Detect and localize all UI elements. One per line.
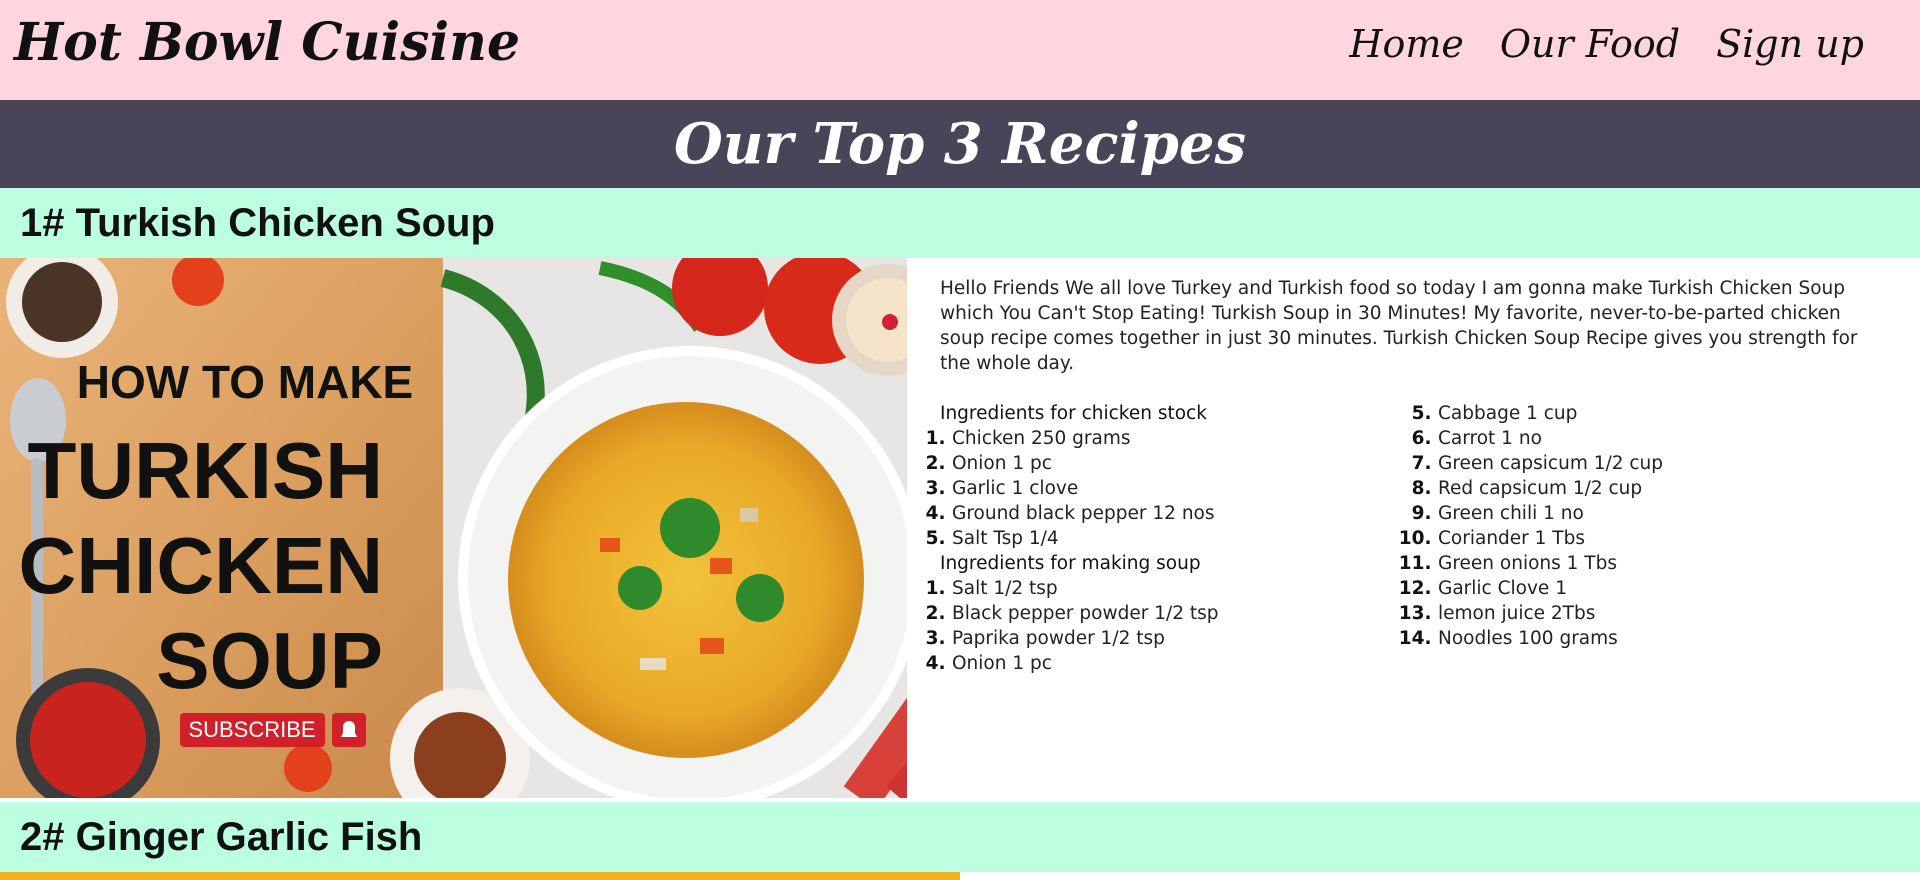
list-item: Black pepper powder 1/2 tsp — [952, 601, 1414, 626]
recipe-1: HOW TO MAKE TURKISH CHICKEN SOUP SUBSCRI… — [0, 258, 1920, 798]
thumb-line-2: TURKISH — [27, 426, 383, 515]
list-item: Chicken 250 grams — [952, 426, 1414, 451]
nav-home-link[interactable]: Home — [1349, 22, 1464, 66]
list-item: Onion 1 pc — [952, 651, 1414, 676]
ingredients-right-column: Cabbage 1 cup Carrot 1 no Green capsicum… — [1414, 401, 1888, 676]
recipe-1-image: HOW TO MAKE TURKISH CHICKEN SOUP SUBSCRI… — [0, 258, 907, 798]
site-header: Hot Bowl Cuisine Home Our Food Sign up — [0, 0, 1920, 100]
recipe-1-details: Hello Friends We all love Turkey and Tur… — [907, 258, 1920, 798]
recipe-2-image-preview — [0, 872, 1920, 880]
list-item: Garlic Clove 1 — [1438, 576, 1888, 601]
list-item: Paprika powder 1/2 tsp — [952, 626, 1414, 651]
list-item: Coriander 1 Tbs — [1438, 526, 1888, 551]
ingredients-left-column: Ingredients for chicken stock Chicken 25… — [940, 401, 1414, 676]
site-logo[interactable]: Hot Bowl Cuisine — [14, 12, 520, 73]
thumb-line-4: SOUP — [156, 616, 383, 705]
page-title: Our Top 3 Recipes — [673, 111, 1247, 177]
nav-our-food-link[interactable]: Our Food — [1500, 22, 1680, 66]
soup-list-right: Cabbage 1 cup Carrot 1 no Green capsicum… — [1414, 401, 1888, 651]
list-item: Salt Tsp 1/4 — [952, 526, 1414, 551]
page-banner: Our Top 3 Recipes — [0, 100, 1920, 188]
recipe-1-title: 1# Turkish Chicken Soup — [20, 200, 495, 245]
list-item: Ground black pepper 12 nos — [952, 501, 1414, 526]
list-item: Noodles 100 grams — [1438, 626, 1888, 651]
recipe-2-image — [0, 872, 960, 880]
list-item: Carrot 1 no — [1438, 426, 1888, 451]
list-item: Cabbage 1 cup — [1438, 401, 1888, 426]
list-item: Green onions 1 Tbs — [1438, 551, 1888, 576]
list-item: lemon juice 2Tbs — [1438, 601, 1888, 626]
stock-heading: Ingredients for chicken stock — [940, 403, 1207, 424]
soup-list-left: Salt 1/2 tsp Black pepper powder 1/2 tsp… — [940, 576, 1414, 676]
thumb-subscribe-label: SUBSCRIBE — [188, 717, 315, 742]
stock-list: Chicken 250 grams Onion 1 pc Garlic 1 cl… — [940, 426, 1414, 551]
recipe-2-title: 2# Ginger Garlic Fish — [20, 814, 423, 859]
list-item: Green capsicum 1/2 cup — [1438, 451, 1888, 476]
thumb-line-1: HOW TO MAKE — [77, 356, 413, 408]
main-nav: Home Our Food Sign up — [1349, 22, 1864, 66]
soup-heading: Ingredients for making soup — [940, 553, 1201, 574]
list-item: Garlic 1 clove — [952, 476, 1414, 501]
thumb-line-3: CHICKEN — [19, 521, 383, 610]
nav-sign-up-link[interactable]: Sign up — [1716, 22, 1864, 66]
list-item: Onion 1 pc — [952, 451, 1414, 476]
recipe-2-header: 2# Ginger Garlic Fish — [0, 802, 1920, 872]
recipe-1-header: 1# Turkish Chicken Soup — [0, 188, 1920, 258]
list-item: Red capsicum 1/2 cup — [1438, 476, 1888, 501]
list-item: Salt 1/2 tsp — [952, 576, 1414, 601]
list-item: Green chili 1 no — [1438, 501, 1888, 526]
recipe-1-intro: Hello Friends We all love Turkey and Tur… — [940, 278, 1858, 374]
